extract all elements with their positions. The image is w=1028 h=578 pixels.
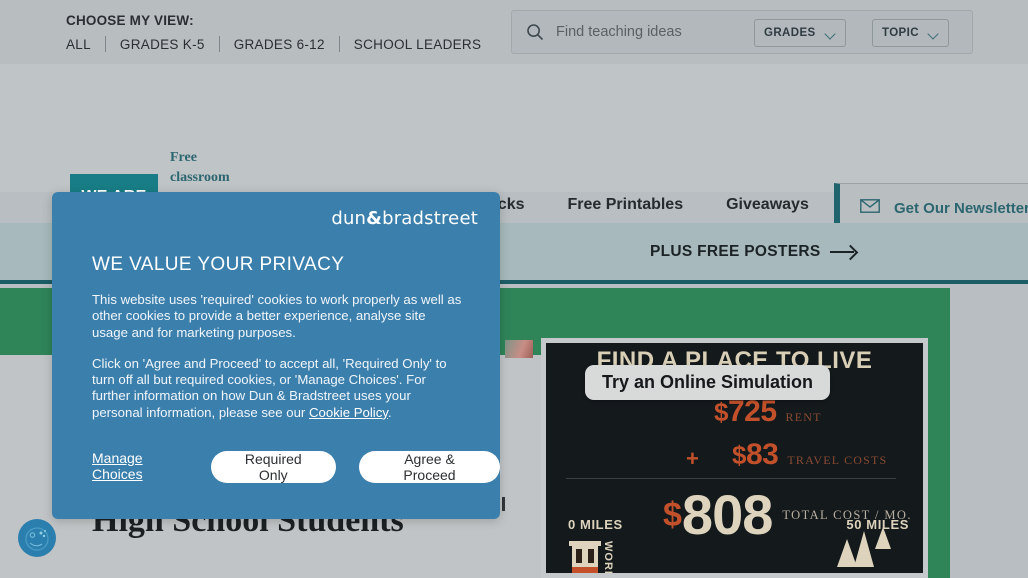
topic-filter-label: TOPIC	[882, 27, 919, 39]
view-link-school-leaders[interactable]: SCHOOL LEADERS	[340, 37, 496, 52]
choose-view-label: CHOOSE MY VIEW:	[66, 13, 194, 28]
travel-value: 83	[745, 438, 779, 471]
infographic-total-amount: 808	[681, 483, 773, 546]
currency-symbol: $	[663, 495, 682, 534]
currency-symbol: $	[714, 397, 728, 427]
trees-icon	[831, 527, 897, 571]
grades-filter-dropdown[interactable]: GRADES	[754, 19, 846, 47]
infographic-travel-amount: $83	[732, 438, 779, 472]
privacy-paragraph-2: Click on 'Agree and Proceed' to accept a…	[92, 356, 464, 421]
agree-proceed-button[interactable]: Agree & Proceed	[359, 451, 500, 483]
promo-cta-link[interactable]: PLUS FREE POSTERS	[650, 243, 856, 261]
dun-bradstreet-logo: dun&bradstreet	[331, 208, 478, 229]
privacy-dialog-title: WE VALUE YOUR PRIVACY	[92, 254, 345, 275]
infographic-work-label: WORK	[602, 541, 614, 578]
article-thumbnail	[505, 340, 533, 358]
logo-text-bradstreet: bradstreet	[382, 208, 478, 229]
envelope-icon	[860, 199, 880, 218]
manage-choices-link[interactable]: Manage Choices	[92, 450, 188, 484]
search-icon	[526, 23, 544, 41]
chevron-down-icon	[825, 30, 836, 37]
arrow-right-icon	[830, 246, 856, 258]
infographic-miles-left: 0 MILES	[568, 517, 623, 532]
view-link-all[interactable]: ALL	[66, 37, 105, 52]
building-windows	[576, 549, 594, 563]
infographic-rent-row: $725 RENT	[714, 395, 822, 429]
infographic-travel-row: $83 TRAVEL COSTS	[732, 438, 887, 472]
infographic-plus-sign: +	[686, 446, 699, 471]
infographic-divider	[566, 478, 896, 479]
nav-item-free-printables[interactable]: Free Printables	[568, 196, 727, 214]
promo-cta-label: PLUS FREE POSTERS	[650, 243, 821, 260]
office-building-icon	[569, 541, 601, 573]
grades-filter-label: GRADES	[764, 27, 816, 39]
chevron-down-icon	[928, 30, 939, 37]
infographic-rent-amount: $725	[714, 395, 777, 429]
infographic-rent-label: RENT	[785, 410, 822, 424]
infographic-travel-label: TRAVEL COSTS	[787, 453, 888, 467]
view-link-grades-k5[interactable]: GRADES K-5	[106, 37, 219, 52]
view-link-grades-6-12[interactable]: GRADES 6-12	[220, 37, 339, 52]
cookie-icon	[25, 527, 49, 551]
cookie-settings-button[interactable]	[18, 519, 56, 557]
privacy-paragraph-2-end: .	[387, 404, 392, 420]
page-root: CHOOSE MY VIEW: ALL GRADES K-5 GRADES 6-…	[0, 0, 1028, 578]
cookie-policy-link[interactable]: Cookie Policy	[309, 405, 388, 420]
utility-bar: CHOOSE MY VIEW: ALL GRADES K-5 GRADES 6-…	[0, 0, 1028, 64]
tooltip: Try an Online Simulation	[585, 365, 831, 400]
privacy-dialog-actions: Manage Choices Required Only Agree & Pro…	[92, 450, 500, 484]
privacy-consent-dialog: dun&bradstreet WE VALUE YOUR PRIVACY Thi…	[52, 192, 500, 519]
search-input[interactable]: Find teaching ideas	[556, 24, 682, 40]
view-links: ALL GRADES K-5 GRADES 6-12 SCHOOL LEADER…	[66, 36, 495, 52]
nav-item-giveaways[interactable]: Giveaways	[726, 196, 852, 214]
newsletter-button-label: Get Our Newsletter	[894, 200, 1028, 217]
privacy-dialog-body: This website uses 'required' cookies to …	[92, 292, 464, 421]
privacy-paragraph-2-text: Click on 'Agree and Proceed' to accept a…	[92, 355, 447, 420]
logo-text-dun: dun	[331, 208, 367, 229]
main-navigation: WE ARE TEACHERS Free classroom resources…	[0, 64, 1028, 245]
search-bar[interactable]: Find teaching ideas GRADES TOPIC	[511, 10, 973, 54]
topic-filter-dropdown[interactable]: TOPIC	[872, 19, 949, 47]
logo-ampersand: &	[366, 208, 383, 229]
required-only-button[interactable]: Required Only	[210, 451, 336, 483]
privacy-paragraph-1: This website uses 'required' cookies to …	[92, 292, 462, 340]
currency-symbol: $	[732, 440, 746, 470]
